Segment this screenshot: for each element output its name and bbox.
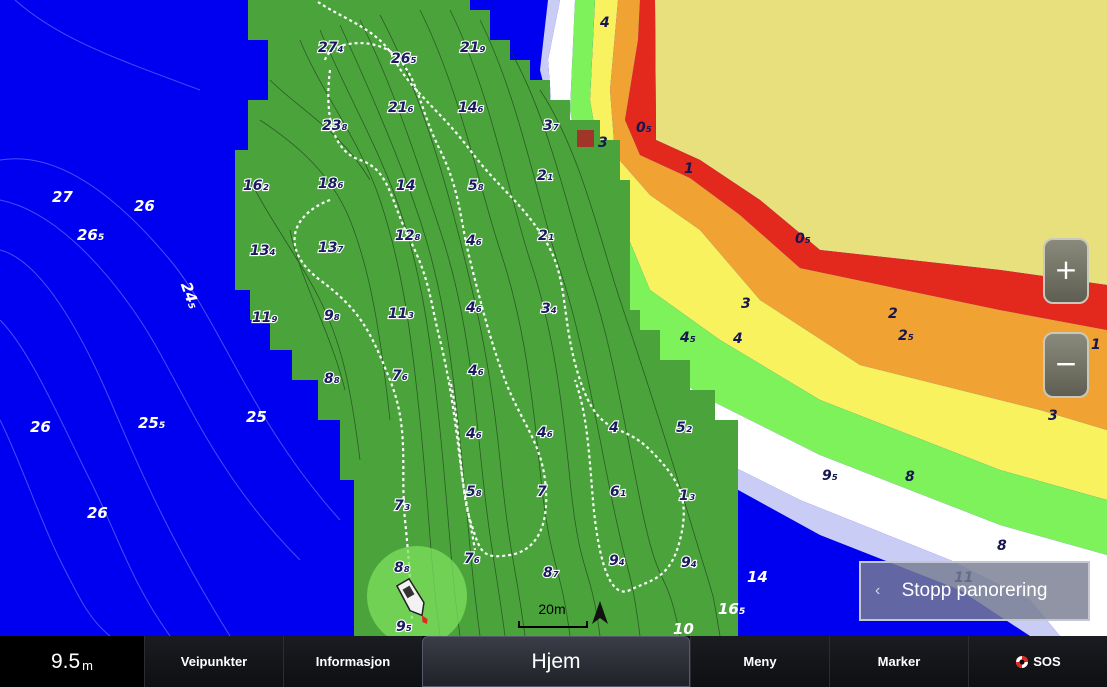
sounding: 14 [747,568,768,586]
sounding: 8 [997,538,1007,554]
information-button[interactable]: Informasjon [283,636,422,687]
sos-button[interactable]: SOS [968,636,1107,687]
sounding: 0₅ [636,120,652,136]
sounding: 9₅ [822,468,838,484]
sounding: 9₄ [681,555,697,571]
zoom-out-button[interactable]: − [1043,332,1089,398]
sounding: 25 [246,408,267,426]
depth-unit: m [82,657,94,673]
stop-panning-button[interactable]: ‹ Stopp panorering [859,561,1090,621]
sounding: 11₃ [388,306,414,322]
shore-marker[interactable] [577,130,594,147]
sounding: 26 [134,197,155,215]
sounding: 1 [684,161,694,177]
sounding: 7₃ [394,498,410,514]
sounding: 26₅ [77,226,104,244]
sounding: 16₂ [243,178,269,194]
sounding: 26 [87,504,108,522]
menu-button[interactable]: Meny [690,636,829,687]
sounding: 5₈ [468,178,484,194]
sounding: 14 [396,178,415,194]
sounding: 4₆ [465,233,482,249]
sounding: 1₃ [679,488,695,504]
sounding: 7 [537,484,547,500]
sounding: 3 [598,135,608,151]
sounding: 3₇ [543,118,559,134]
sounding: 3 [1048,408,1058,424]
depth-value: 9.5 [50,649,81,673]
sounding: 1 [1091,337,1101,353]
waypoints-button[interactable]: Veipunkter [144,636,283,687]
sounding: 5₂ [676,420,693,436]
lifebuoy-icon [1016,655,1029,668]
sounding: 12₈ [395,228,421,244]
sounding: 5₈ [466,484,482,500]
sounding: 9₄ [609,553,625,569]
sounding: 10 [673,620,694,636]
sounding: 9₅ [396,619,412,635]
sounding: 2₁ [537,168,553,184]
zoom-in-button[interactable]: + [1043,238,1089,304]
stop-panning-label: Stopp panorering [901,580,1048,601]
scale-label: 20m [538,601,566,617]
chart-plotter-screen: 27 26 26₅ 2 4₅ 26 25₅ 25 26 27₄ 26₅ 21₉ 2… [0,0,1107,687]
depth-readout: 9.5 m [0,636,144,687]
sos-label: SOS [1033,654,1061,669]
sounding: 13₇ [318,240,344,256]
sounding: 2 [888,306,898,322]
sounding: 4₆ [467,363,484,379]
sounding: 3₄ [541,301,557,317]
sounding: 3 [741,296,751,312]
sounding: 6₁ [610,484,626,500]
sounding: 4₆ [465,426,482,442]
sounding: 2₁ [538,228,554,244]
north-arrow-icon[interactable] [590,600,610,626]
bottom-nav-bar: 9.5 m Veipunkter Informasjon Hjem Meny M… [0,636,1107,687]
sounding: 21₆ [388,100,414,116]
sounding: 4 [608,420,619,436]
sounding: 7₆ [464,551,480,567]
sounding: 27₄ [318,40,344,56]
sounding: 0₅ [795,231,811,247]
sounding: 4₆ [536,425,553,441]
sounding: 14₆ [458,100,484,116]
sounding: 8₈ [394,560,410,576]
sounding: 2₅ [898,328,914,344]
sounding: 4 [732,331,743,347]
home-button[interactable]: Hjem [422,636,690,687]
chevron-left-icon: ‹ [875,582,881,599]
sounding: 27 [52,188,73,206]
sounding: 9₈ [324,308,340,324]
sounding: 4₅ [679,330,696,346]
sounding: 25₅ [138,414,165,432]
sounding: 13₄ [250,243,276,259]
sounding: 8₇ [543,565,559,581]
sounding: 8₈ [324,371,340,387]
sounding: 21₉ [460,40,486,56]
scale-bar: 20m [516,601,588,628]
sounding: 7₆ [392,368,408,384]
nautical-chart[interactable]: 27 26 26₅ 2 4₅ 26 25₅ 25 26 27₄ 26₅ 21₉ 2… [0,0,1107,636]
sounding: 26₅ [391,51,417,67]
sounding: 16₅ [718,600,745,618]
sounding: 23₈ [322,118,348,134]
sounding: 4 [599,15,610,31]
scale-bar-line [518,621,588,628]
sounding: 4₆ [465,300,482,316]
sounding: 26 [30,418,51,436]
sounding: 8 [905,469,915,485]
sounding: 11₉ [252,310,278,326]
sounding: 18₆ [318,176,344,192]
mark-button[interactable]: Marker [829,636,968,687]
